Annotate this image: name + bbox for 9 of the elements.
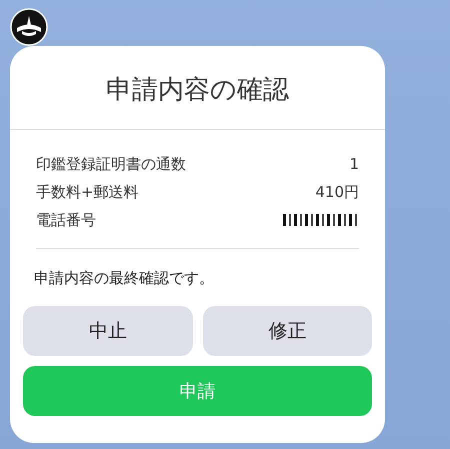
confirm-message: 申請内容の最終確認です。 [33, 268, 215, 289]
dialog-title: 申請内容の確認 [105, 74, 290, 107]
action-button[interactable]: 修正 [202, 306, 372, 356]
row-label: 電話番号 [36, 210, 96, 230]
row-value: 410円 [315, 182, 359, 202]
row-label: 印鑑登録証明書の通数 [36, 154, 186, 174]
row-label: 手数料+郵送料 [36, 182, 139, 202]
row-value: 1 [349, 155, 359, 173]
action-button[interactable]: 中止 [23, 306, 192, 356]
